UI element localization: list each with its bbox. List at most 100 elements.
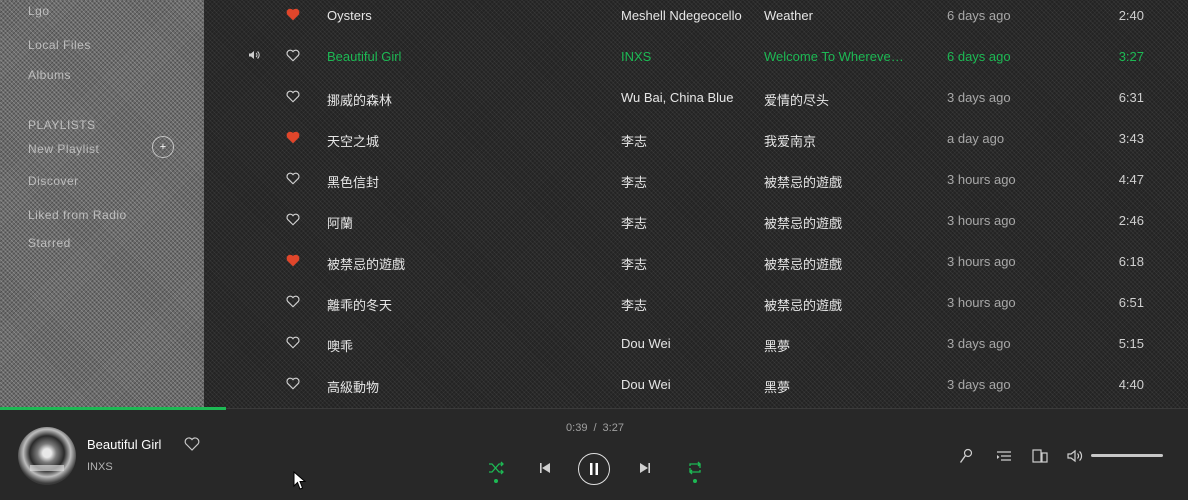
heart-icon[interactable] xyxy=(286,172,304,185)
album-art[interactable] xyxy=(18,427,76,485)
track-title: 天空之城 xyxy=(327,134,380,149)
track-duration: 4:40 xyxy=(1118,377,1144,392)
track-row[interactable]: 高級動物 Dou Wei 黑夢 3 days ago 4:40 xyxy=(204,366,1188,407)
speaker-icon xyxy=(248,49,266,63)
now-playing-artist[interactable]: INXS xyxy=(87,461,113,473)
repeat-active-dot xyxy=(693,479,697,483)
track-album[interactable]: 被禁忌的遊戲 xyxy=(764,295,904,314)
heart-icon[interactable] xyxy=(184,437,200,456)
now-playing-title[interactable]: Beautiful Girl xyxy=(87,437,161,452)
track-row[interactable]: 離乖的冬天 李志 被禁忌的遊戲 3 hours ago 6:51 xyxy=(204,284,1188,325)
track-duration: 6:18 xyxy=(1118,254,1144,269)
track-title: 黑色信封 xyxy=(327,175,380,190)
track-duration: 5:15 xyxy=(1118,336,1144,351)
sidebar-item[interactable]: Starred xyxy=(28,236,71,250)
track-artist[interactable]: 李志 xyxy=(621,213,751,232)
heart-icon[interactable] xyxy=(286,8,304,21)
track-album[interactable]: Weather xyxy=(764,8,904,23)
volume-button[interactable] xyxy=(1066,447,1084,465)
track-row[interactable]: 黑色信封 李志 被禁忌的遊戲 3 hours ago 4:47 xyxy=(204,161,1188,202)
track-row[interactable]: Oysters Meshell Ndegeocello Weather 6 days … xyxy=(204,0,1188,38)
track-duration: 4:47 xyxy=(1118,172,1144,187)
sidebar: Lgo Local Files Albums PLAYLISTS New Pla… xyxy=(0,0,204,408)
devices-button[interactable] xyxy=(1031,447,1049,465)
track-album[interactable]: 被禁忌的遊戲 xyxy=(764,254,904,273)
heart-icon[interactable] xyxy=(286,131,304,144)
heart-icon[interactable] xyxy=(286,90,304,103)
track-row[interactable]: 被禁忌的遊戲 李志 被禁忌的遊戲 3 hours ago 6:18 xyxy=(204,243,1188,284)
sidebar-item[interactable]: Discover xyxy=(28,174,79,188)
track-row[interactable]: Beautiful Girl INXS Welcome To Wherever Yo… xyxy=(204,38,1188,79)
volume-slider[interactable] xyxy=(1091,454,1163,457)
track-artist[interactable]: 李志 xyxy=(621,131,751,150)
sidebar-item[interactable]: Liked from Radio xyxy=(28,208,127,222)
playback-progress-bar[interactable] xyxy=(0,407,226,410)
volume-icon xyxy=(1067,449,1083,463)
track-artist[interactable]: Meshell Ndegeocello xyxy=(621,8,751,23)
track-album[interactable]: 黑夢 xyxy=(764,336,904,355)
add-playlist-button[interactable]: + xyxy=(152,136,174,158)
player-bar: Beautiful Girl INXS 0:39 / 3:27 xyxy=(0,407,1188,500)
track-added: 6 days ago xyxy=(947,8,1011,23)
time-separator: / xyxy=(593,422,597,434)
skip-forward-icon xyxy=(640,463,650,473)
track-title: 阿蘭 xyxy=(327,216,354,231)
skip-back-icon xyxy=(540,463,550,473)
track-title: Oysters xyxy=(327,8,372,23)
repeat-button[interactable] xyxy=(685,459,705,477)
previous-button[interactable] xyxy=(536,459,554,477)
microphone-icon xyxy=(959,448,973,463)
track-artist[interactable]: INXS xyxy=(621,49,751,64)
track-title: 被禁忌的遊戲 xyxy=(327,257,406,272)
heart-icon[interactable] xyxy=(286,336,304,349)
track-row[interactable]: 天空之城 李志 我爱南京 a day ago 3:43 xyxy=(204,120,1188,161)
track-album[interactable]: Welcome To Wherever You Are xyxy=(764,49,904,64)
track-title: Beautiful Girl xyxy=(327,49,402,64)
queue-button[interactable] xyxy=(995,447,1013,465)
playback-time: 0:39 / 3:27 xyxy=(540,422,650,434)
track-duration: 3:27 xyxy=(1118,49,1144,64)
track-added: 3 hours ago xyxy=(947,213,1016,228)
track-album[interactable]: 爱情的尽头 xyxy=(764,90,904,109)
track-artist[interactable]: 李志 xyxy=(621,254,751,273)
sidebar-section-header: PLAYLISTS xyxy=(28,118,96,132)
next-button[interactable] xyxy=(636,459,654,477)
track-album[interactable]: 黑夢 xyxy=(764,377,904,396)
total-duration: 3:27 xyxy=(602,422,624,434)
track-artist[interactable]: Dou Wei xyxy=(621,377,751,392)
track-added: 3 days ago xyxy=(947,336,1011,351)
pause-button[interactable] xyxy=(578,453,610,485)
track-album[interactable]: 被禁忌的遊戲 xyxy=(764,172,904,191)
track-title: 挪威的森林 xyxy=(327,93,393,108)
sidebar-item[interactable]: Lgo xyxy=(28,4,50,18)
track-artist[interactable]: Dou Wei xyxy=(621,336,751,351)
track-row[interactable]: 阿蘭 李志 被禁忌的遊戲 3 hours ago 2:46 xyxy=(204,202,1188,243)
track-duration: 6:51 xyxy=(1118,295,1144,310)
heart-icon[interactable] xyxy=(286,295,304,308)
lyrics-button[interactable] xyxy=(957,447,975,465)
track-album[interactable]: 被禁忌的遊戲 xyxy=(764,213,904,232)
heart-icon[interactable] xyxy=(286,377,304,390)
track-row[interactable]: 挪威的森林 Wu Bai, China Blue 爱情的尽头 3 days ago 6:… xyxy=(204,79,1188,120)
sidebar-item[interactable]: Local Files xyxy=(28,38,91,52)
track-duration: 6:31 xyxy=(1118,90,1144,105)
track-added: 3 hours ago xyxy=(947,254,1016,269)
track-title: 噢乖 xyxy=(327,339,354,354)
heart-icon[interactable] xyxy=(286,254,304,267)
track-title: 高級動物 xyxy=(327,380,380,395)
repeat-icon xyxy=(689,461,701,475)
queue-icon xyxy=(997,451,1011,461)
track-row[interactable]: 噢乖 Dou Wei 黑夢 3 days ago 5:15 xyxy=(204,325,1188,366)
track-artist[interactable]: 李志 xyxy=(621,172,751,191)
sidebar-item[interactable]: New Playlist xyxy=(28,142,99,156)
track-duration: 2:40 xyxy=(1118,8,1144,23)
track-added: 3 days ago xyxy=(947,377,1011,392)
track-artist[interactable]: Wu Bai, China Blue xyxy=(621,90,751,105)
shuffle-button[interactable] xyxy=(486,459,506,477)
track-artist[interactable]: 李志 xyxy=(621,295,751,314)
sidebar-item[interactable]: Albums xyxy=(28,68,71,82)
heart-icon[interactable] xyxy=(286,49,304,62)
shuffle-icon xyxy=(489,461,504,475)
track-album[interactable]: 我爱南京 xyxy=(764,131,904,150)
heart-icon[interactable] xyxy=(286,213,304,226)
